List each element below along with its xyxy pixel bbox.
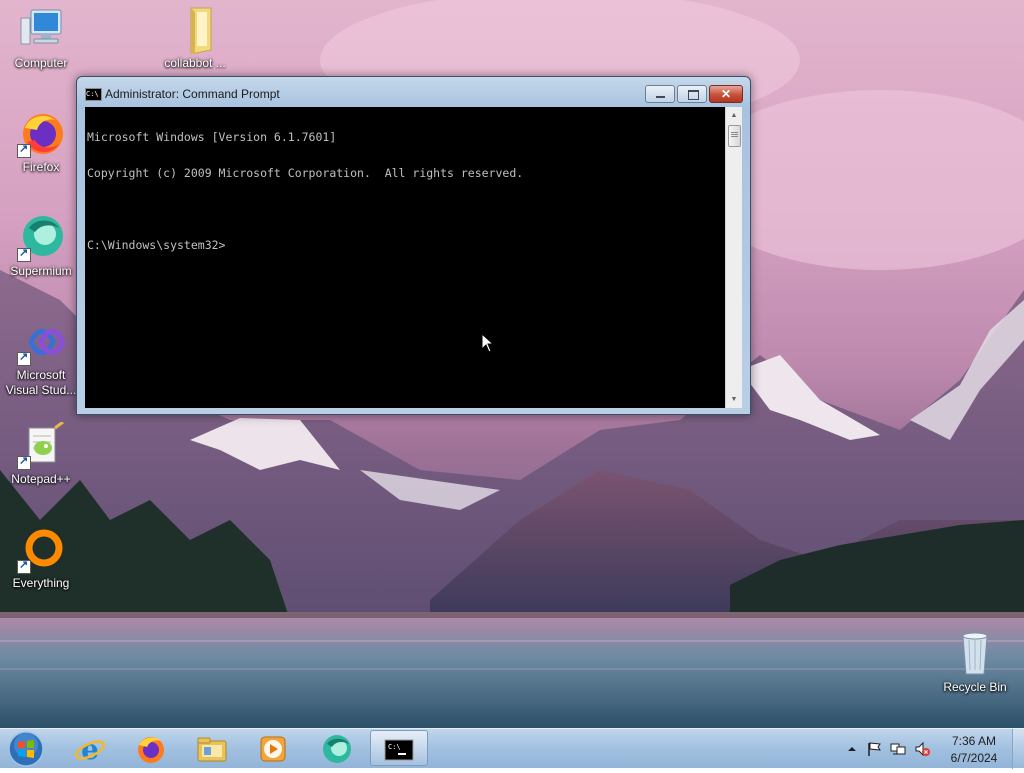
scrollbar-thumb[interactable]	[728, 125, 741, 147]
command-prompt-window[interactable]: C:\ Administrator: Command Prompt ✕ Micr…	[76, 76, 751, 415]
start-button[interactable]	[6, 730, 46, 768]
desktop-icon-label: Everything	[12, 576, 70, 590]
console-output[interactable]: Microsoft Windows [Version 6.1.7601] Cop…	[85, 107, 725, 408]
console-line: Microsoft Windows [Version 6.1.7601]	[87, 130, 337, 144]
desktop-icon-everything[interactable]: Everything	[0, 526, 82, 591]
desktop-icon-label: Firefox	[22, 160, 60, 174]
desktop-icon-label: collabbot ...	[164, 56, 226, 70]
show-desktop-button[interactable]	[1012, 729, 1024, 769]
desktop-icon-visual-studio[interactable]: Microsoft Visual Stud...	[0, 318, 82, 398]
taskbar-supermium[interactable]	[309, 730, 365, 766]
shortcut-arrow-icon	[17, 142, 31, 158]
command-prompt-icon: C:\	[85, 88, 102, 101]
file-explorer-icon	[197, 737, 227, 762]
action-center-flag-icon[interactable]	[866, 741, 882, 757]
firefox-icon	[17, 110, 65, 158]
computer-icon	[17, 6, 65, 54]
media-player-icon	[260, 736, 286, 762]
clock-time[interactable]: 7:36 AM	[940, 734, 1008, 748]
supermium-icon	[17, 214, 65, 262]
desktop-icon-recycle-bin[interactable]: Recycle Bin	[934, 630, 1016, 695]
folder-icon	[171, 6, 219, 55]
desktop-icon-supermium[interactable]: Supermium	[0, 214, 82, 279]
command-prompt-icon: C:\	[384, 739, 414, 761]
desktop-icon-collabbot-folder[interactable]: collabbot ...	[154, 6, 236, 71]
windows-logo-icon	[8, 731, 44, 767]
desktop-icon-label: Supermium	[10, 264, 72, 278]
close-button[interactable]: ✕	[709, 85, 743, 103]
shortcut-arrow-icon	[17, 350, 31, 366]
svg-text:C:\: C:\	[388, 743, 401, 751]
scroll-down-arrow-icon[interactable]: ▼	[726, 391, 742, 408]
desktop-icon-notepad-plus-plus[interactable]: Notepad++	[0, 420, 82, 487]
desktop-icon-label: Microsoft Visual Stud...	[5, 368, 77, 397]
window-titlebar[interactable]: C:\ Administrator: Command Prompt ✕	[77, 77, 750, 107]
shortcut-arrow-icon	[17, 558, 31, 574]
console-line: Copyright (c) 2009 Microsoft Corporation…	[87, 166, 524, 180]
desktop-icon-label: Recycle Bin	[943, 680, 1007, 694]
notepad-plus-plus-icon	[17, 420, 65, 470]
firefox-icon	[138, 737, 164, 763]
vertical-scrollbar[interactable]: ▲ ▼	[725, 107, 742, 408]
taskbar-internet-explorer[interactable]: e	[62, 730, 118, 766]
maximize-icon	[688, 90, 699, 100]
supermium-icon	[323, 735, 351, 763]
taskbar-file-explorer[interactable]	[184, 730, 240, 766]
scroll-up-arrow-icon[interactable]: ▲	[726, 107, 742, 124]
mouse-pointer-icon	[481, 333, 495, 353]
svg-text:e: e	[81, 733, 99, 765]
recycle-bin-icon	[951, 630, 999, 678]
clock-date[interactable]: 6/7/2024	[940, 751, 1008, 765]
desktop-icon-label: Notepad++	[11, 472, 71, 486]
desktop-icon-firefox[interactable]: Firefox	[0, 110, 82, 175]
network-icon[interactable]	[890, 741, 906, 757]
close-icon: ✕	[720, 87, 732, 101]
internet-explorer-icon: e	[74, 733, 106, 765]
visual-studio-icon	[17, 318, 66, 366]
desktop-icon-computer[interactable]: Computer	[0, 6, 82, 71]
taskbar-media-player[interactable]	[245, 730, 301, 766]
desktop: Computer collabbot ... Firefox	[0, 0, 1024, 728]
taskbar-command-prompt[interactable]: C:\	[370, 730, 428, 766]
maximize-button[interactable]	[677, 85, 707, 103]
desktop-icon-label: Computer	[14, 56, 68, 70]
taskbar-firefox[interactable]	[123, 730, 179, 766]
minimize-button[interactable]	[645, 85, 675, 103]
volume-muted-icon[interactable]	[914, 741, 930, 757]
minimize-icon	[656, 96, 665, 98]
window-title: Administrator: Command Prompt	[105, 87, 280, 101]
console-prompt-line[interactable]: C:\Windows\system32>	[87, 239, 723, 251]
show-hidden-icons-arrow-icon[interactable]	[844, 741, 860, 757]
taskbar: e C:\ 7:36 AM 6/7/2024	[0, 728, 1024, 769]
shortcut-arrow-icon	[17, 246, 31, 262]
everything-icon	[17, 526, 65, 574]
system-tray: 7:36 AM 6/7/2024	[840, 729, 1024, 769]
shortcut-arrow-icon	[17, 454, 31, 470]
